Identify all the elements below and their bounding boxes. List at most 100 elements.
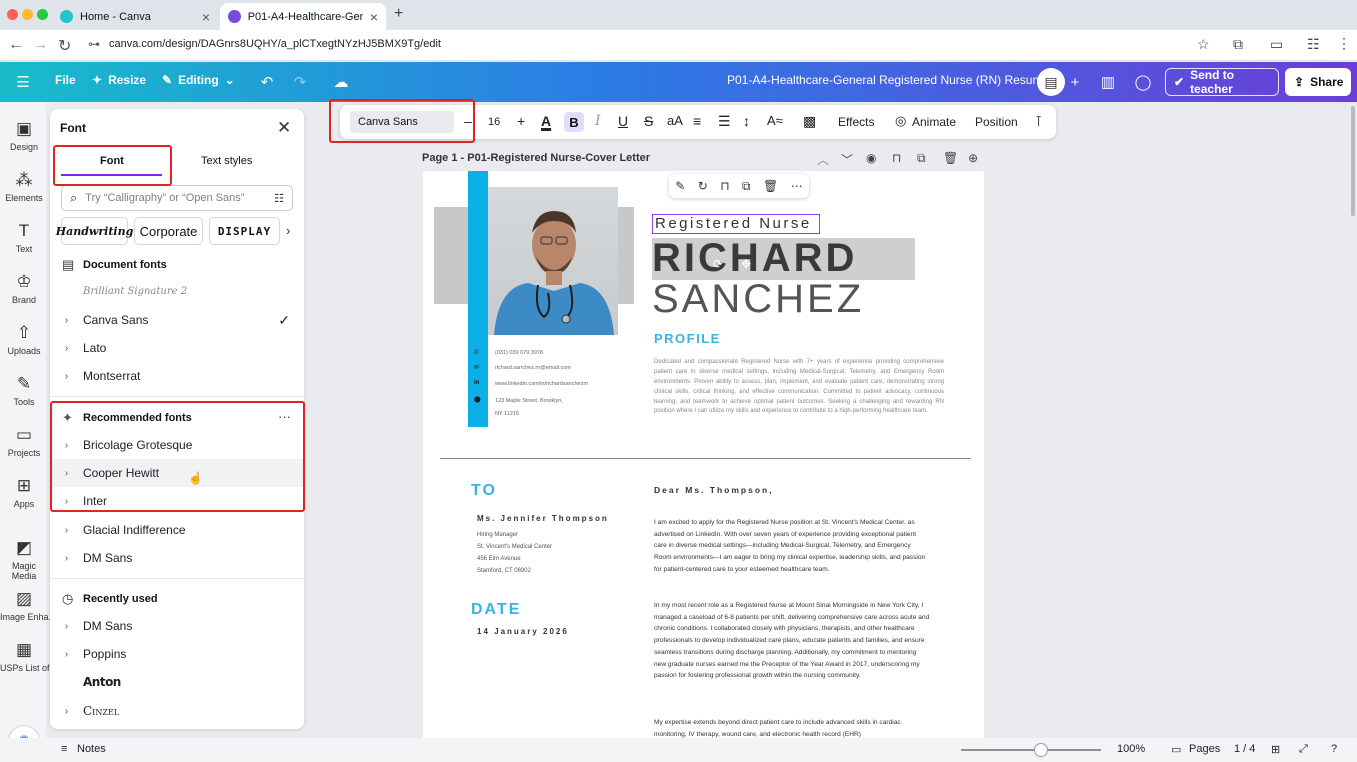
canvas-scrollbar[interactable] [1351, 106, 1355, 216]
reload-icon[interactable]: ↻ [58, 36, 71, 56]
rotate-handle-icon[interactable]: ⟳ [713, 257, 723, 271]
rail-item-magic-media[interactable]: ◩ Magic Media [0, 538, 48, 581]
more-icon[interactable]: ⋯ [791, 179, 803, 193]
fullscreen-icon[interactable]: ⤢ [1299, 743, 1308, 756]
recipient-line[interactable]: Stamford, CT 06902 [477, 568, 531, 574]
rail-item-uploads[interactable]: ⇧ Uploads [0, 323, 48, 356]
grid-view-icon[interactable]: ⊞ [1271, 743, 1280, 756]
close-panel-icon[interactable]: ✕ [277, 118, 291, 138]
chips-scroll-right-icon[interactable]: › [286, 223, 290, 238]
delete-icon[interactable]: 🗑 [763, 179, 778, 193]
insights-chart-icon[interactable]: ▥ [1095, 70, 1121, 94]
browser-tab-home[interactable]: Home - Canva × [52, 3, 218, 30]
zoom-level[interactable]: 100% [1117, 743, 1145, 755]
duplicate-icon[interactable]: ⧉ [742, 179, 751, 194]
chip-corporate[interactable]: Corporate [134, 217, 203, 245]
rail-item-text[interactable]: T Text [0, 221, 48, 254]
lock-page-icon[interactable]: ⊓ [892, 151, 901, 165]
expand-chevron-icon[interactable]: › [50, 525, 83, 536]
zoom-slider-knob[interactable] [1034, 743, 1048, 757]
expand-chevron-icon[interactable]: › [50, 440, 83, 451]
browser-menu-icon[interactable]: ⋮ [1337, 35, 1351, 52]
animate-button[interactable]: Animate [912, 115, 956, 129]
move-handle-icon[interactable]: ✥ [741, 257, 751, 271]
comment-icon[interactable]: ◯ [1130, 70, 1156, 94]
transparency-icon[interactable]: ▩ [803, 113, 816, 130]
date-value[interactable]: 14 January 2026 [477, 627, 569, 636]
close-tab-icon[interactable]: × [370, 9, 378, 25]
expand-chevron-icon[interactable]: › [50, 468, 83, 479]
font-item-canva-sans[interactable]: › Canva Sans ✓ [50, 306, 304, 334]
font-item-poppins[interactable]: › Poppins [50, 640, 304, 668]
file-menu[interactable]: File [55, 73, 76, 87]
document-title[interactable]: P01-A4-Healthcare-General Registered Nur… [727, 73, 1063, 87]
font-item-glacial-indifference[interactable]: › Glacial Indifference [50, 516, 304, 544]
notes-icon[interactable]: ≡ [61, 743, 67, 755]
font-item-anton[interactable]: Anton [50, 668, 304, 696]
profile-icon[interactable]: ☷ [1307, 36, 1320, 53]
cloud-saved-icon[interactable]: ☁ [328, 70, 354, 94]
site-info-icon[interactable]: ⊶ [88, 37, 100, 51]
filter-sliders-icon[interactable]: ☷ [274, 192, 284, 205]
profile-heading[interactable]: PROFILE [654, 331, 721, 346]
rail-item-usps-list[interactable]: ▦ USPs List of... [0, 640, 57, 673]
salutation[interactable]: Dear Ms. Thompson, [654, 485, 774, 495]
rail-item-brand[interactable]: ♔ Brand [0, 272, 48, 305]
redo-icon[interactable]: ↷ [287, 70, 313, 94]
italic-icon[interactable]: I [595, 113, 601, 129]
expand-chevron-icon[interactable]: › [50, 371, 83, 382]
new-tab-icon[interactable]: + [394, 5, 403, 23]
hide-page-icon[interactable]: ◉ [866, 151, 876, 165]
font-item-cooper-hewitt[interactable]: › Cooper Hewitt ☝ [50, 459, 304, 487]
bold-icon[interactable]: B [564, 112, 584, 132]
decrease-size-icon[interactable]: – [464, 113, 472, 129]
font-item-cinzel[interactable]: › Cinzel [50, 697, 304, 725]
expand-chevron-icon[interactable]: › [50, 649, 83, 660]
expand-chevron-icon[interactable]: › [50, 496, 83, 507]
cast-icon[interactable]: ▭ [1270, 36, 1283, 53]
more-options-icon[interactable]: ··· [278, 409, 291, 424]
forward-icon[interactable]: → [32, 36, 48, 54]
letter-case-icon[interactable]: aA [667, 113, 683, 128]
font-item-lato[interactable]: › Lato [50, 334, 304, 362]
recipient-line[interactable]: Hiring Manager [477, 532, 518, 538]
close-tab-icon[interactable]: × [202, 9, 210, 25]
recipient-name[interactable]: Ms. Jennifer Thompson [477, 514, 609, 523]
add-page-icon[interactable]: ⊕ [968, 151, 978, 165]
expand-chevron-icon[interactable]: › [50, 553, 83, 564]
pages-icon[interactable]: ▭ [1171, 743, 1181, 756]
duplicate-page-icon[interactable]: ⧉ [917, 151, 926, 166]
bookmark-star-icon[interactable]: ☆ [1197, 36, 1210, 53]
font-item-brilliant-signature[interactable]: Brilliant Signature 2 [50, 277, 304, 305]
font-item-bricolage-grotesque[interactable]: › Bricolage Grotesque [50, 431, 304, 459]
position-button[interactable]: Position [975, 115, 1018, 129]
to-heading[interactable]: TO [471, 482, 497, 500]
date-heading[interactable]: DATE [471, 601, 521, 619]
text-color-icon[interactable]: A [541, 113, 551, 129]
page-up-icon[interactable]: ︿ [817, 151, 829, 168]
add-collaborator-icon[interactable]: + [1062, 70, 1088, 94]
comments-avatar-icon[interactable]: ▤ [1037, 68, 1065, 96]
send-to-teacher-button[interactable]: ✔ Send to teacher [1165, 68, 1279, 96]
rail-item-apps[interactable]: ⊞ Apps [0, 476, 48, 509]
recipient-line[interactable]: 456 Elm Avenue [477, 556, 521, 562]
pages-button[interactable]: Pages [1189, 743, 1220, 755]
underline-icon[interactable]: U [618, 113, 628, 129]
hamburger-menu-icon[interactable]: ☰ [10, 70, 36, 94]
design-page[interactable]: ✆ (031) 039 079 3978 ✉ richard.sanchez.r… [423, 171, 984, 741]
rail-item-tools[interactable]: ✎ Tools [0, 374, 48, 407]
expand-chevron-icon[interactable]: › [50, 343, 83, 354]
letter-paragraph-1[interactable]: I am excited to apply for the Registered… [654, 517, 930, 576]
rail-item-image-enhancer[interactable]: ▨ Image Enha... [0, 589, 56, 622]
zoom-slider-track[interactable] [961, 749, 1101, 751]
font-item-montserrat[interactable]: › Montserrat [50, 362, 304, 390]
lock-icon[interactable]: ⊓ [720, 179, 729, 193]
strikethrough-icon[interactable]: S [644, 113, 653, 129]
bullet-list-icon[interactable]: ☰ [718, 113, 731, 130]
tab-text-styles[interactable]: Text styles [201, 155, 252, 167]
expand-chevron-icon[interactable]: › [50, 621, 83, 632]
window-zoom-dot[interactable] [37, 9, 48, 20]
font-size-input[interactable]: 16 [488, 116, 500, 128]
expand-chevron-icon[interactable]: › [50, 315, 83, 326]
delete-page-icon[interactable]: 🗑 [943, 151, 958, 165]
